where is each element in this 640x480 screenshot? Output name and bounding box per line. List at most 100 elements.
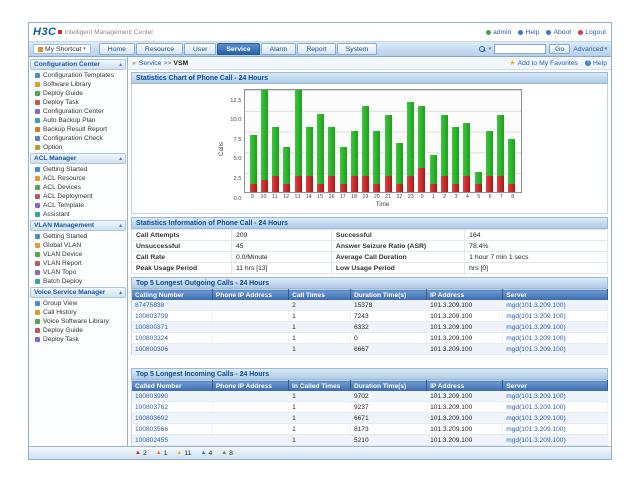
- alarm-badge-major[interactable]: ▲1: [156, 450, 168, 457]
- cell-link[interactable]: mgd(101.3.209.100): [503, 402, 608, 413]
- sidebar-item-acl-resource[interactable]: ACL Resource: [30, 174, 126, 183]
- column-header[interactable]: IP Address: [427, 290, 503, 301]
- advanced-search-link[interactable]: Advanced ▾: [573, 46, 607, 53]
- cell: [212, 333, 288, 344]
- cell-link[interactable]: mgd(101.3.209.100): [503, 300, 608, 311]
- collapse-icon[interactable]: ▴: [119, 290, 122, 296]
- column-header[interactable]: Phone IP Address: [212, 290, 288, 301]
- add-to-favorites-link[interactable]: ★ Add to My Favorites: [509, 59, 578, 67]
- header-link-help[interactable]: Help: [518, 29, 539, 36]
- sidebar-item-acl-deployment[interactable]: ACL Deployment: [30, 192, 126, 201]
- cell-link[interactable]: 100803566: [132, 424, 213, 435]
- column-header[interactable]: Server: [503, 290, 608, 301]
- sidebar-item-acl-devices[interactable]: ACL Devices: [30, 183, 126, 192]
- cell-link[interactable]: mgd(101.3.209.100): [503, 311, 608, 322]
- collapse-icon[interactable]: ▴: [119, 62, 122, 68]
- search-input[interactable]: [494, 44, 546, 54]
- cell-link[interactable]: mgd(101.3.209.100): [503, 413, 608, 424]
- cell-link[interactable]: mgd(101.3.209.100): [503, 391, 608, 402]
- sidebar-item-label: VLAN Report: [43, 260, 82, 267]
- cell-link[interactable]: mgd(101.3.209.100): [503, 344, 608, 355]
- sidebar-item-vlan-topo[interactable]: VLAN Topo: [30, 268, 126, 277]
- cell-link[interactable]: 100803324: [132, 333, 213, 344]
- my-shortcut-menu[interactable]: My Shortcut ▾: [33, 44, 91, 54]
- sidebar-item-vlan-device[interactable]: VLAN Device: [30, 250, 126, 259]
- collapse-icon[interactable]: ▴: [119, 223, 122, 229]
- cell-link[interactable]: 100803602: [132, 413, 213, 424]
- sidebar-item-call-history[interactable]: Call History: [30, 308, 126, 317]
- column-header[interactable]: Duration Time(s): [350, 290, 426, 301]
- global-vlan-icon: [35, 243, 40, 248]
- cell-link[interactable]: mgd(101.3.209.100): [503, 435, 608, 446]
- sidebar-item-option[interactable]: Option: [30, 143, 126, 152]
- sidebar-item-acl-template[interactable]: ACL Template: [30, 201, 126, 210]
- column-header[interactable]: IP Address: [427, 381, 503, 392]
- sidebar-item-group-view[interactable]: Group View: [30, 299, 126, 308]
- sidebar-item-backup-result-report[interactable]: Backup Result Report: [30, 125, 126, 134]
- sidebar-item-configuration-templates[interactable]: Configuration Templates: [30, 71, 126, 80]
- cell-link[interactable]: 100800371: [132, 322, 213, 333]
- alarm-badge-warning[interactable]: ▲4: [200, 450, 212, 457]
- alarm-badge-normal[interactable]: ▲8: [221, 450, 233, 457]
- sidebar-item-auto-backup-plan[interactable]: Auto Backup Plan: [30, 116, 126, 125]
- search-scope-chevron-icon[interactable]: ▾: [489, 46, 492, 52]
- tab-report[interactable]: Report: [297, 43, 335, 55]
- cell: 15378: [350, 300, 426, 311]
- tab-resource[interactable]: Resource: [136, 43, 183, 55]
- unsuccessful-bar: [407, 176, 414, 192]
- sidebar-item-configuration-center[interactable]: Configuration Center: [30, 107, 126, 116]
- cell-link[interactable]: mgd(101.3.209.100): [503, 424, 608, 435]
- tab-user[interactable]: User: [184, 43, 216, 55]
- tab-service[interactable]: Service: [217, 43, 259, 55]
- chart-bar-group: [293, 90, 304, 192]
- sidebar-section-configuration-center[interactable]: Configuration Center▴: [30, 59, 126, 70]
- cell-link[interactable]: 100803990: [132, 391, 213, 402]
- unsuccessful-bar: [328, 176, 335, 192]
- tab-home[interactable]: Home: [99, 43, 135, 55]
- alarm-badge-minor[interactable]: ▲11: [176, 450, 191, 457]
- header-link-admin[interactable]: admin: [486, 29, 512, 36]
- sidebar-section-vlan-management[interactable]: VLAN Management▴: [30, 220, 126, 231]
- cell-link[interactable]: 87475838: [132, 300, 213, 311]
- column-header[interactable]: In Called Times: [289, 381, 351, 392]
- column-header[interactable]: Server: [503, 381, 608, 392]
- sidebar-item-voice-software-library[interactable]: Voice Software Library: [30, 317, 126, 326]
- tab-system[interactable]: System: [337, 43, 378, 55]
- header-link-logout[interactable]: Logout: [578, 29, 606, 36]
- sidebar-item-getting-started[interactable]: Getting Started: [30, 232, 126, 241]
- page-help-link[interactable]: ? Help: [585, 60, 607, 67]
- column-header[interactable]: Call Times: [289, 290, 351, 301]
- breadcrumb-service[interactable]: Service: [139, 60, 162, 67]
- column-header[interactable]: Duration Time(s): [350, 381, 426, 392]
- y-tick-label: 2.5: [233, 177, 241, 183]
- cell-link[interactable]: mgd(101.3.209.100): [503, 322, 608, 333]
- sidebar-item-assistant[interactable]: Assistant: [30, 210, 126, 219]
- column-header[interactable]: Calling Number: [132, 290, 213, 301]
- cell-link[interactable]: 100800306: [132, 344, 213, 355]
- cell-link[interactable]: mgd(101.3.209.100): [503, 333, 608, 344]
- collapse-icon[interactable]: ▴: [119, 156, 122, 162]
- sidebar-item-global-vlan[interactable]: Global VLAN: [30, 241, 126, 250]
- sidebar-item-deploy-task[interactable]: Deploy Task: [30, 98, 126, 107]
- alarm-badge-critical[interactable]: ▲2: [135, 450, 147, 457]
- sidebar-item-vlan-report[interactable]: VLAN Report: [30, 259, 126, 268]
- column-header[interactable]: Called Number: [132, 381, 213, 392]
- unsuccessful-bar: [486, 176, 493, 192]
- sidebar-item-deploy-task[interactable]: Deploy Task: [30, 335, 126, 344]
- stat-label: Call Attempts: [132, 230, 232, 241]
- sidebar-item-batch-deploy[interactable]: Batch Deploy: [30, 277, 126, 286]
- go-button[interactable]: Go: [549, 44, 570, 54]
- cell-link[interactable]: 100803762: [132, 402, 213, 413]
- sidebar-section-voice-service-manager[interactable]: Voice Service Manager▴: [30, 287, 126, 298]
- sidebar-item-deploy-guide[interactable]: Deploy Guide: [30, 326, 126, 335]
- header-link-about[interactable]: About: [546, 29, 571, 36]
- sidebar-item-software-library[interactable]: Software Library: [30, 80, 126, 89]
- sidebar-section-acl-manager[interactable]: ACL Manager▴: [30, 153, 126, 164]
- column-header[interactable]: Phone IP Address: [212, 381, 288, 392]
- sidebar-item-deploy-guide[interactable]: Deploy Guide: [30, 89, 126, 98]
- sidebar-item-configuration-check[interactable]: Configuration Check: [30, 134, 126, 143]
- tab-alarm[interactable]: Alarm: [261, 43, 297, 55]
- cell-link[interactable]: 100803709: [132, 311, 213, 322]
- sidebar-item-getting-started[interactable]: Getting Started: [30, 165, 126, 174]
- cell-link[interactable]: 100802455: [132, 435, 213, 446]
